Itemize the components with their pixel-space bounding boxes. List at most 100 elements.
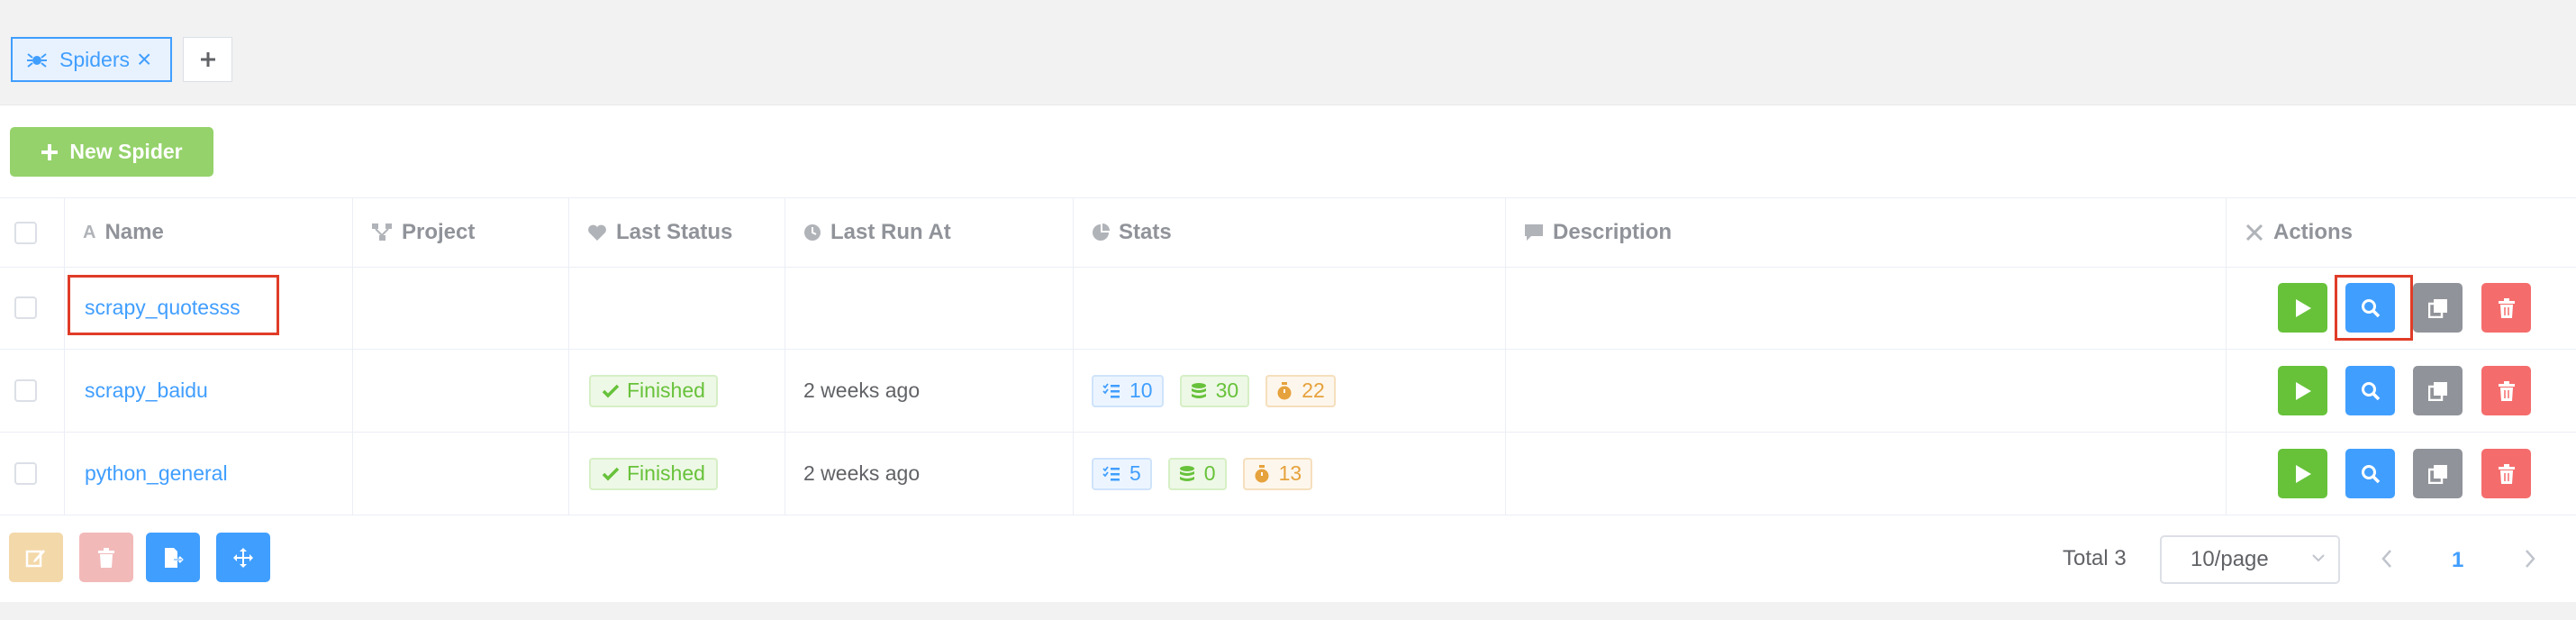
copy-icon xyxy=(2427,298,2447,318)
project-cell xyxy=(353,350,569,432)
row-checkbox[interactable] xyxy=(14,379,37,402)
project-icon xyxy=(371,223,393,242)
run-button[interactable] xyxy=(2278,449,2327,498)
view-button[interactable] xyxy=(2345,449,2395,498)
project-cell xyxy=(353,433,569,515)
add-tab-button[interactable] xyxy=(183,37,232,82)
results-count: 0 xyxy=(1203,461,1216,485)
delete-button[interactable] xyxy=(2481,449,2531,498)
copy-icon xyxy=(2427,381,2447,401)
tasks-count: 5 xyxy=(1129,461,1141,485)
delete-button[interactable] xyxy=(2481,283,2531,333)
stopwatch-icon xyxy=(1277,381,1292,399)
close-icon[interactable]: × xyxy=(137,47,151,72)
next-page-button[interactable] xyxy=(2524,548,2536,570)
page-size-value: 10/page xyxy=(2191,547,2269,571)
tools-icon xyxy=(2245,223,2264,242)
plus-icon xyxy=(41,143,59,160)
project-cell xyxy=(353,267,569,349)
spider-icon xyxy=(27,50,47,69)
copy-button[interactable] xyxy=(2413,366,2463,415)
move-button[interactable] xyxy=(216,533,270,582)
run-button[interactable] xyxy=(2278,366,2327,415)
task-list-icon xyxy=(1102,465,1120,480)
actions-cell xyxy=(2227,350,2576,432)
search-icon xyxy=(2361,381,2380,400)
total-count: Total 3 xyxy=(2063,546,2127,570)
last-run-text: 2 weeks ago xyxy=(803,378,921,402)
text-icon: A xyxy=(83,222,96,242)
table-row: scrapy_baidu Finished 2 weeks ago 10 30 xyxy=(0,350,2576,433)
tasks-count: 10 xyxy=(1129,378,1153,402)
task-list-icon xyxy=(1102,382,1120,397)
play-icon xyxy=(2295,464,2311,483)
tab-label: Spiders xyxy=(59,47,130,71)
row-checkbox[interactable] xyxy=(14,462,37,485)
copy-icon xyxy=(2427,464,2447,484)
copy-button[interactable] xyxy=(2413,449,2463,498)
trash-icon xyxy=(2498,380,2515,401)
delete-selected-button[interactable] xyxy=(79,533,133,582)
header-description: Description xyxy=(1553,220,1673,244)
status-label: Finished xyxy=(627,378,705,402)
table-row: python_general Finished 2 weeks ago 5 0 xyxy=(0,433,2576,515)
stats-cell: 10 30 22 xyxy=(1074,350,1506,432)
select-all-checkbox[interactable] xyxy=(14,221,37,244)
database-icon xyxy=(1191,382,1206,398)
plus-icon xyxy=(200,52,215,67)
new-spider-label: New Spider xyxy=(69,140,183,163)
highlight-box xyxy=(2335,275,2413,341)
edit-icon xyxy=(25,549,45,567)
tab-spiders[interactable]: Spiders × xyxy=(11,37,172,82)
check-icon xyxy=(602,384,620,397)
copy-button[interactable] xyxy=(2413,283,2463,333)
table-header: A Name Project Last Status Last Run At S… xyxy=(0,197,2576,268)
header-last-run-at: Last Run At xyxy=(830,220,951,244)
play-icon xyxy=(2295,298,2311,317)
page-size-select[interactable]: 10/page xyxy=(2160,535,2340,584)
results-stat-badge: 0 xyxy=(1167,457,1227,490)
prev-page-button[interactable] xyxy=(2381,548,2393,570)
duration-value: 22 xyxy=(1302,378,1325,402)
move-icon xyxy=(233,547,253,568)
search-icon xyxy=(2361,464,2380,483)
chevron-down-icon xyxy=(2312,554,2325,562)
status-label: Finished xyxy=(627,461,705,485)
row-checkbox[interactable] xyxy=(14,296,37,319)
heart-icon xyxy=(587,223,607,242)
results-count: 30 xyxy=(1215,378,1239,402)
trash-icon xyxy=(2498,297,2515,318)
status-cell: Finished xyxy=(569,433,785,515)
page-number-current[interactable]: 1 xyxy=(2452,548,2463,573)
database-icon xyxy=(1179,465,1194,481)
duration-stat-badge: 22 xyxy=(1265,374,1336,407)
edit-selected-button[interactable] xyxy=(9,533,63,582)
last-run-cell xyxy=(785,267,1074,349)
highlight-box xyxy=(68,275,279,335)
status-badge: Finished xyxy=(589,457,718,490)
stats-cell: 5 0 13 xyxy=(1074,433,1506,515)
pie-chart-icon xyxy=(1092,223,1110,242)
run-button[interactable] xyxy=(2278,283,2327,333)
header-name: Name xyxy=(104,220,164,244)
spider-name-link[interactable]: python_general xyxy=(85,461,228,486)
new-spider-button[interactable]: New Spider xyxy=(10,127,213,177)
export-button[interactable] xyxy=(146,533,200,582)
last-run-text: 2 weeks ago xyxy=(803,461,921,485)
header-last-status: Last Status xyxy=(616,220,733,244)
clock-icon xyxy=(803,223,821,242)
delete-button[interactable] xyxy=(2481,366,2531,415)
duration-value: 13 xyxy=(1278,461,1302,485)
actions-cell xyxy=(2227,433,2576,515)
status-cell xyxy=(569,267,785,349)
table-footer: Total 3 10/page 1 xyxy=(0,515,2576,602)
trash-icon xyxy=(98,547,114,568)
spider-name-link[interactable]: scrapy_baidu xyxy=(85,378,208,403)
results-stat-badge: 30 xyxy=(1179,374,1250,407)
view-button[interactable] xyxy=(2345,366,2395,415)
play-icon xyxy=(2295,381,2311,400)
header-stats: Stats xyxy=(1119,220,1172,244)
description-cell xyxy=(1506,433,2227,515)
bottom-bar xyxy=(0,602,2576,620)
stopwatch-icon xyxy=(1255,464,1269,482)
